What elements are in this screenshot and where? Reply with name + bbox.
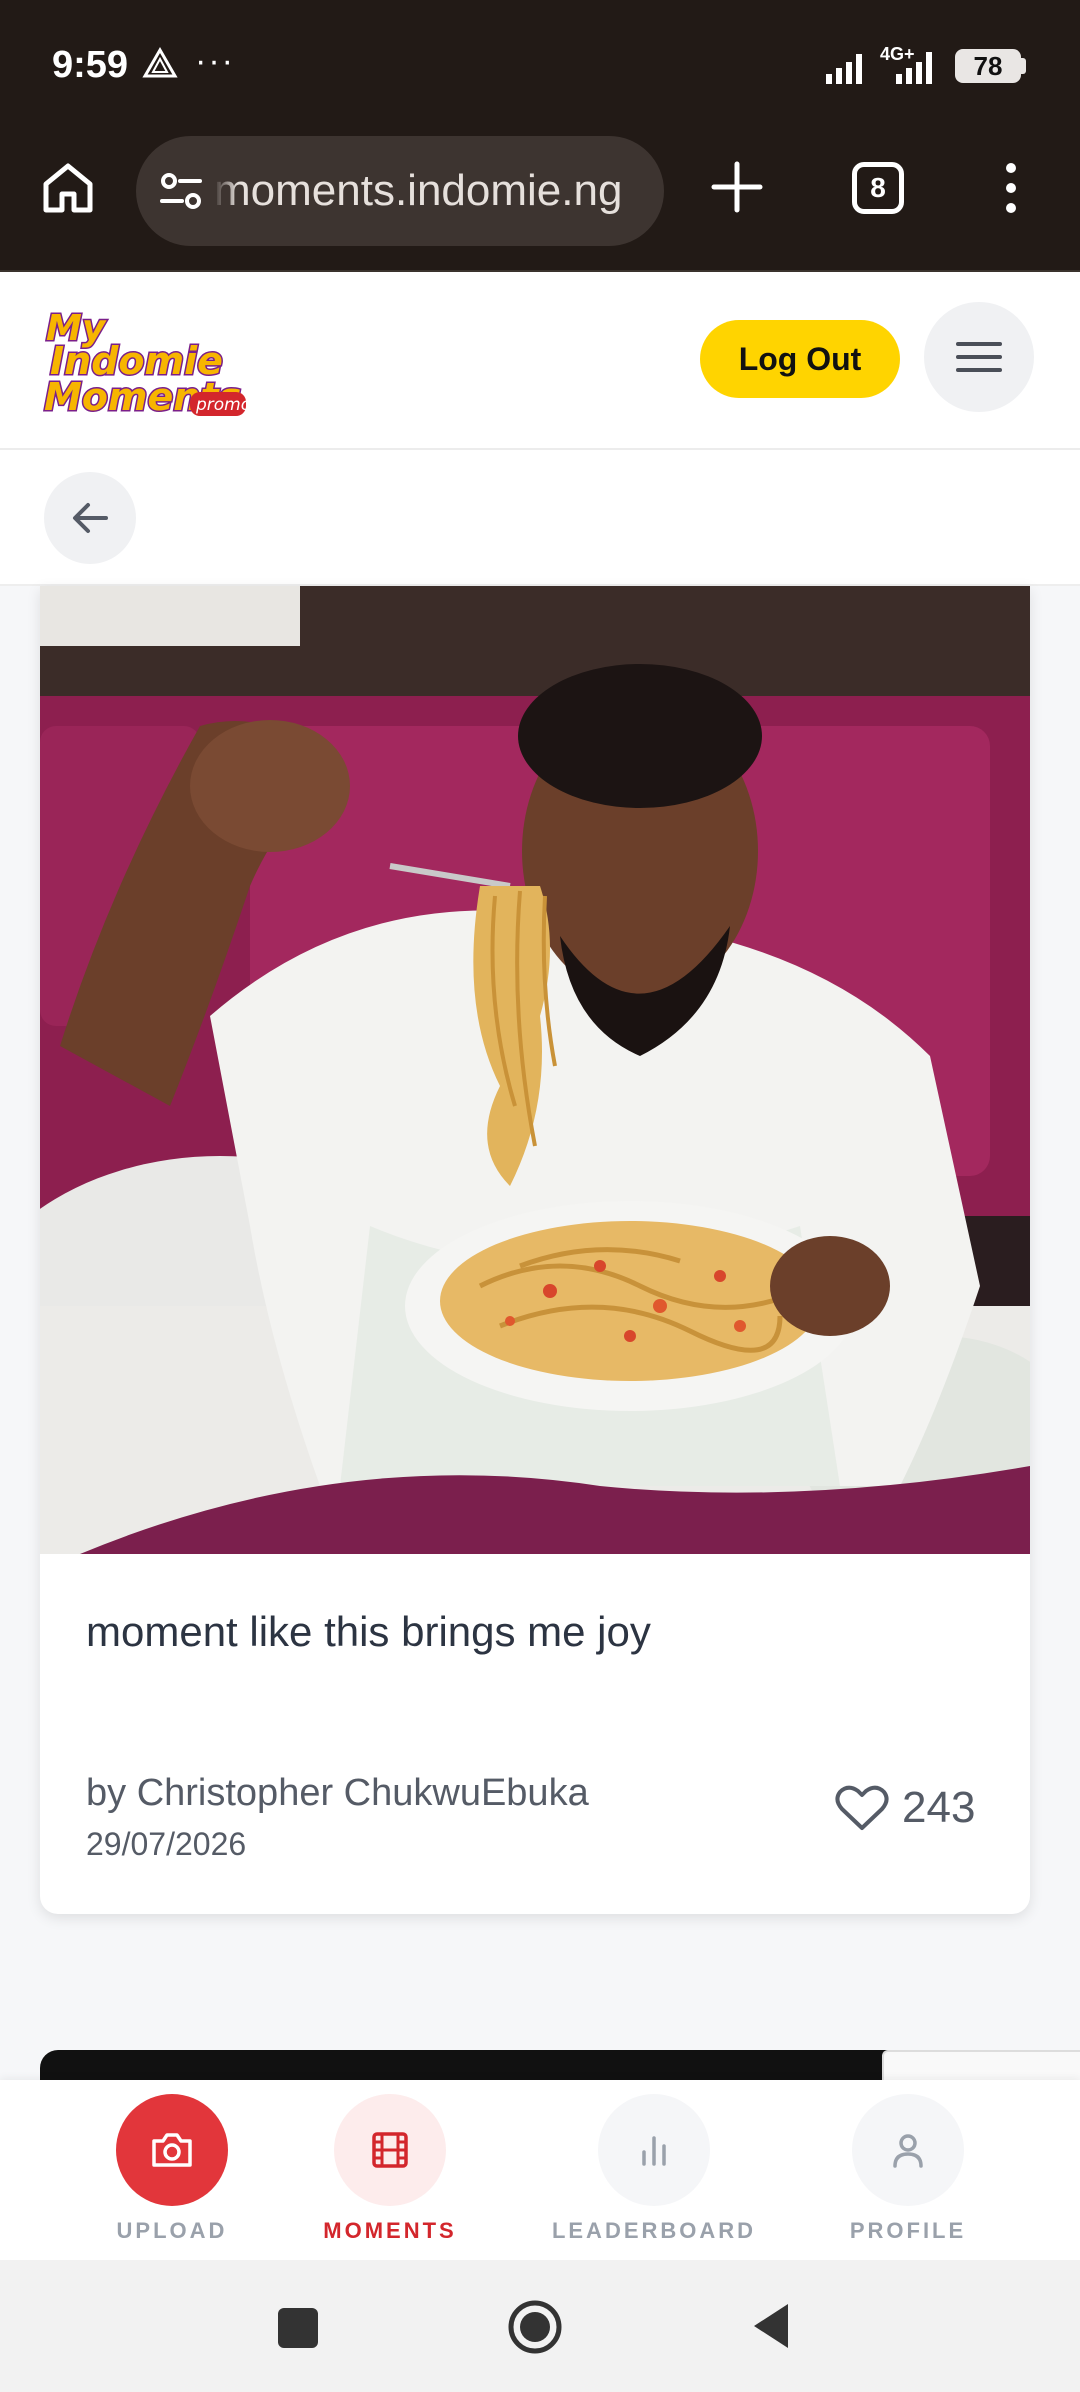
battery-icon: 78 — [955, 49, 1021, 83]
notification-more-icon: ··· — [195, 42, 235, 80]
nav-upload[interactable]: UPLOAD — [52, 2094, 292, 2254]
like-count: 243 — [902, 1783, 976, 1832]
site-settings-icon[interactable] — [158, 168, 204, 214]
status-time: 9:59 — [52, 44, 129, 86]
svg-text:promo: promo — [195, 395, 248, 415]
site-header: My Indomie Moments promo Log Out — [0, 272, 1080, 450]
recents-square-icon[interactable] — [278, 2308, 318, 2348]
nav-moments[interactable]: MOMENTS — [270, 2094, 510, 2254]
back-bar — [0, 450, 1080, 586]
browser-toolbar: moments.indomie.ng 8 — [0, 132, 1080, 272]
moment-author: by Christopher ChukwuEbuka — [86, 1772, 589, 1814]
status-bar: 9:59 ··· 4G+ 78 — [0, 0, 1080, 132]
profile-button[interactable] — [852, 2094, 964, 2206]
home-icon[interactable] — [38, 158, 98, 218]
bottom-navigation: UPLOAD MOMENTS LEADERBOARD PROFILE — [0, 2080, 1080, 2260]
bar-chart-icon — [642, 2136, 666, 2166]
back-triangle-icon[interactable] — [748, 2300, 792, 2352]
url-text[interactable]: moments.indomie.ng — [214, 166, 622, 216]
screen: 9:59 ··· 4G+ 78 moments.indomie.ng 8 My … — [0, 0, 1080, 2392]
indomie-moments-logo[interactable]: My Indomie Moments promo — [42, 302, 249, 422]
moments-button[interactable] — [334, 2094, 446, 2206]
nav-profile-label: PROFILE — [849, 2218, 967, 2243]
battery-level: 78 — [973, 50, 1003, 81]
hamburger-menu-button[interactable] — [924, 302, 1034, 412]
film-icon — [372, 2132, 408, 2168]
nav-leaderboard[interactable]: LEADERBOARD — [534, 2094, 774, 2254]
hamburger-icon — [956, 342, 1002, 372]
url-bar[interactable]: moments.indomie.ng — [136, 136, 664, 246]
moment-photo[interactable] — [40, 586, 1030, 1554]
moment-caption: moment like this brings me joy — [86, 1608, 651, 1655]
leaderboard-button[interactable] — [598, 2094, 710, 2206]
nav-upload-label: UPLOAD — [116, 2218, 228, 2243]
arrow-left-icon — [73, 503, 108, 533]
nav-profile[interactable]: PROFILE — [788, 2094, 1028, 2254]
nav-moments-label: MOMENTS — [323, 2218, 457, 2243]
back-button[interactable] — [44, 472, 136, 564]
moment-card: moment like this brings me joy by Christ… — [40, 586, 1030, 1914]
battery-tip — [1021, 58, 1026, 74]
home-circle-icon[interactable] — [506, 2298, 564, 2356]
tab-switcher-button[interactable]: 8 — [852, 162, 904, 214]
logout-button[interactable]: Log Out — [700, 320, 900, 398]
user-icon — [893, 2134, 923, 2168]
system-navigation-bar — [0, 2260, 1080, 2392]
warning-triangle-icon — [142, 46, 178, 78]
moment-date: 29/07/2026 — [86, 1826, 247, 1862]
new-tab-plus-icon[interactable] — [708, 158, 766, 216]
browser-menu-icon[interactable] — [996, 158, 1026, 218]
tab-count: 8 — [870, 172, 886, 203]
nav-leaderboard-label: LEADERBOARD — [551, 2218, 757, 2243]
camera-icon — [152, 2133, 192, 2167]
heart-icon — [835, 1785, 889, 1830]
like-button[interactable]: 243 — [834, 1776, 994, 1840]
upload-button[interactable] — [116, 2094, 228, 2206]
network-type-label: 4G+ — [880, 44, 915, 64]
